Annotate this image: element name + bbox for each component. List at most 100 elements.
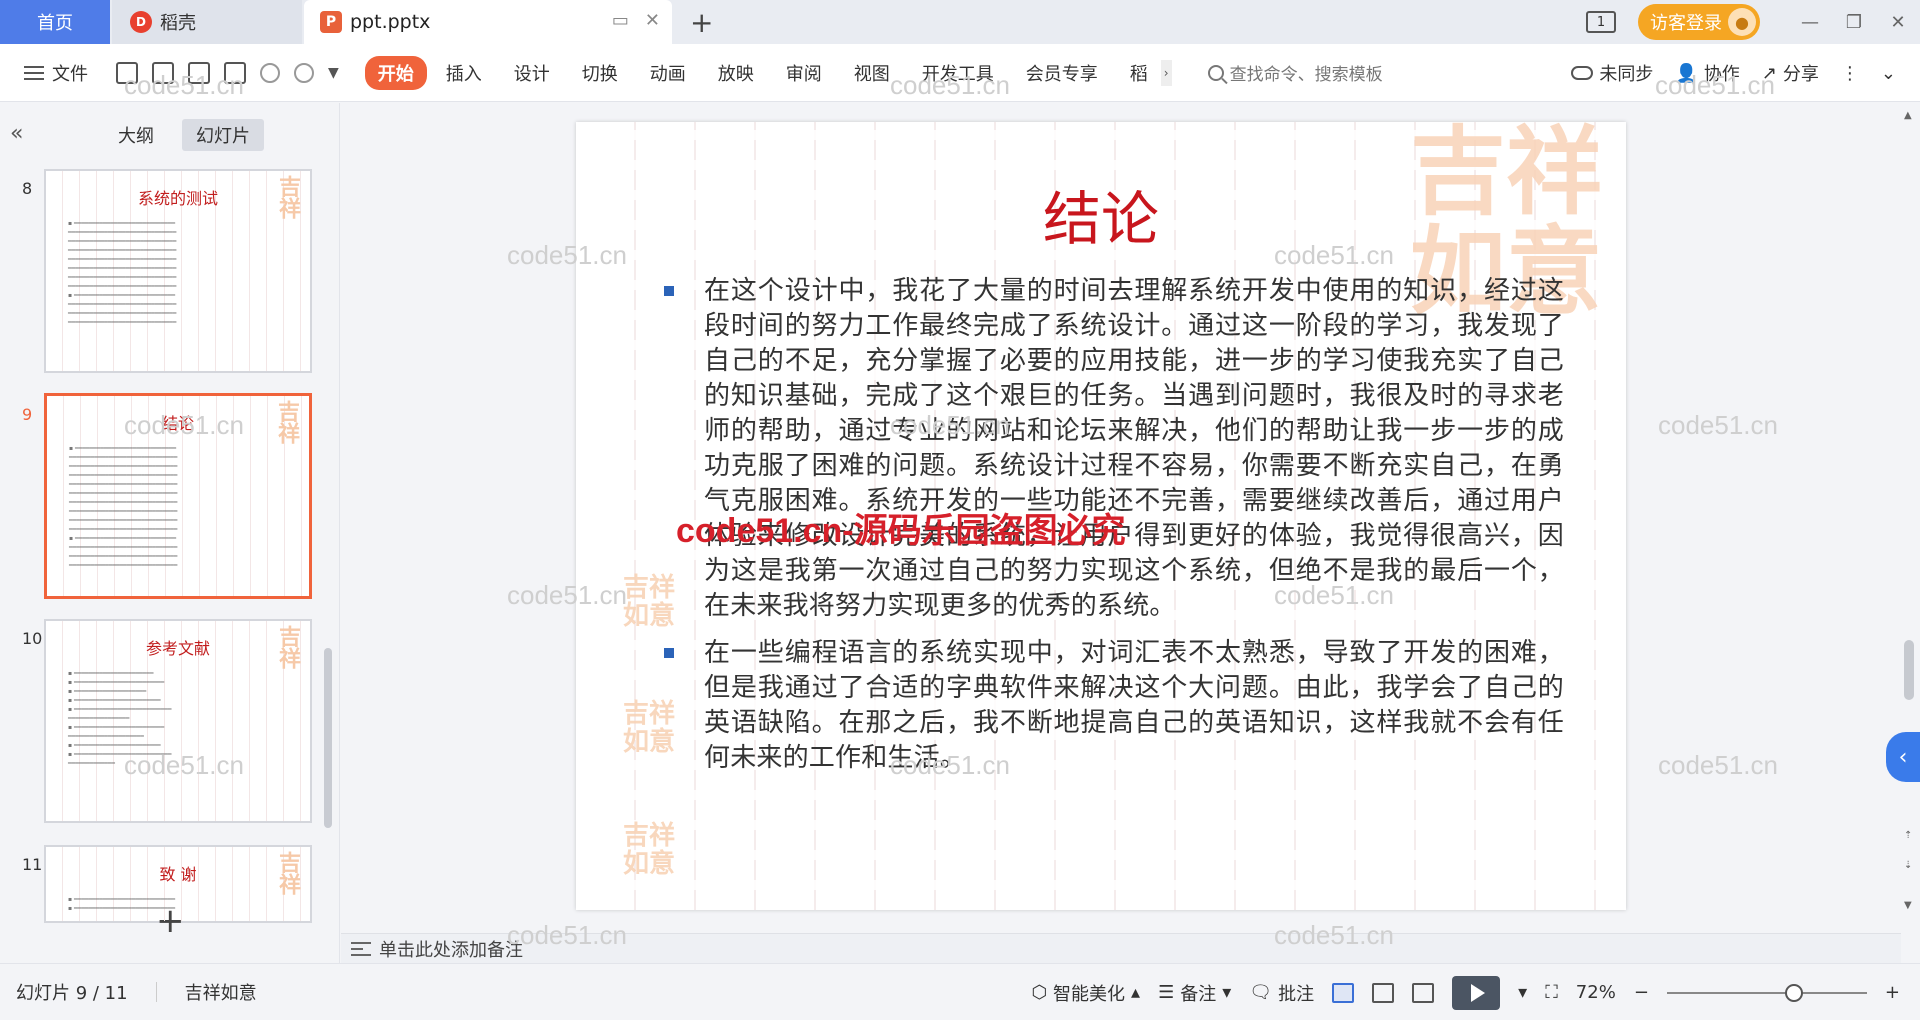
grid-view-icon[interactable] (1372, 982, 1395, 1003)
ribbon-tabs: 开始 插入 设计 切换 动画 放映 审阅 视图 开发工具 会员专享 稻 › (364, 55, 1172, 90)
minimize-icon[interactable]: — (1788, 12, 1832, 33)
ribbon-tab-transition[interactable]: 切换 (569, 56, 631, 90)
ribbon-tab-daoke[interactable]: 稻 (1117, 56, 1161, 90)
page-badge-icon[interactable]: 1 (1586, 11, 1616, 33)
slide-count: 幻灯片 9 / 11 (16, 983, 128, 1004)
comment-button[interactable]: 🗨 批注 (1249, 980, 1314, 1006)
search-icon (1207, 64, 1224, 81)
side-panel-toggle-icon[interactable]: ‹ (1886, 732, 1920, 782)
print-icon[interactable] (188, 61, 210, 84)
play-options-icon[interactable]: ▾ (1518, 982, 1527, 1003)
preview-icon[interactable] (224, 61, 246, 84)
more-options-icon[interactable]: ⋮ (1841, 63, 1859, 84)
tab-outline[interactable]: 大纲 (104, 119, 168, 151)
ribbon-tab-animation[interactable]: 动画 (637, 56, 699, 90)
share-button[interactable]: ↗ 分享 (1762, 60, 1819, 86)
zoom-slider[interactable] (1666, 983, 1867, 1002)
close-tab-icon[interactable]: ✕ (645, 10, 660, 31)
file-menu-button[interactable]: 文件 (0, 60, 88, 86)
play-slideshow-button[interactable] (1452, 975, 1501, 1010)
share-label: 分享 (1782, 64, 1819, 85)
close-window-icon[interactable]: ✕ (1876, 12, 1920, 33)
ribbon-tab-review[interactable]: 审阅 (773, 56, 835, 90)
menu-icon (24, 65, 44, 80)
scroll-up-icon[interactable]: ▲ (1904, 110, 1912, 121)
tab-slides[interactable]: 幻灯片 (182, 119, 264, 151)
paragraph-text: 在这个设计中，我花了大量的时间去理解系统开发中使用的知识，经过这段时间的努力工作… (704, 276, 1564, 621)
thumb-title: 参考文献 (145, 639, 210, 658)
smart-beautify-button[interactable]: ⬡ 智能美化 ▴ (1031, 980, 1140, 1006)
fit-window-icon[interactable]: ⛶ (1545, 982, 1558, 1003)
zoom-level[interactable]: 72% (1576, 982, 1616, 1003)
restore-icon[interactable]: ❐ (1832, 12, 1876, 33)
ribbon-tab-insert[interactable]: 插入 (433, 56, 495, 90)
collab-button[interactable]: 👤 协作 (1675, 60, 1739, 86)
ribbon-tab-design[interactable]: 设计 (501, 56, 563, 90)
notes-bar[interactable]: 单击此处添加备注 (341, 933, 1901, 963)
bullet-icon (664, 648, 674, 658)
zoom-knob[interactable] (1784, 983, 1803, 1002)
cloud-icon (1571, 66, 1594, 80)
slide-thumbnail-selected[interactable]: 吉祥 结论 ▪ ━━━━━━━━━━━━━━━━━━━━━━━━━━━━ ━━━━… (44, 393, 312, 599)
thumb-text-lines: ▪ ━━━━━━━━━━━━━━━━━━━━━━━━━━━━ ━━━━━━━━━━… (69, 445, 178, 569)
ribbon-tab-developer[interactable]: 开发工具 (909, 56, 1007, 90)
ppt-file-icon: P (320, 11, 342, 33)
slide-thumbnail[interactable]: 吉祥 参考文献 ▪ ━━━━━━━━━━━━━━━━━━━━━━ ▪ ━━━━━━… (44, 619, 312, 823)
status-bar: 幻灯片 9 / 11 吉祥如意 ⬡ 智能美化 ▴ ☰ 备注 ▾ 🗨 批注 ▾ ⛶… (0, 963, 1920, 1020)
tab-home[interactable]: 首页 (0, 0, 110, 44)
tab-document[interactable]: P ppt.pptx ▭ ✕ (304, 0, 672, 44)
ribbon-tab-start[interactable]: 开始 (364, 55, 427, 90)
slide-title[interactable]: 结论 (576, 172, 1626, 256)
panel-scrollbar[interactable] (324, 648, 332, 828)
chevron-up-icon: ▴ (1131, 982, 1141, 1003)
beautify-label: 智能美化 (1053, 983, 1126, 1005)
new-tab-button[interactable]: + (690, 6, 713, 39)
notes-toggle-label: 备注 (1180, 983, 1217, 1005)
scrollbar-thumb[interactable] (1904, 640, 1914, 700)
zoom-in-icon[interactable]: + (1885, 982, 1900, 1003)
normal-view-icon[interactable] (1332, 982, 1355, 1003)
tab-document-label: ppt.pptx (350, 11, 431, 33)
tab-daoke[interactable]: D 稻壳 (112, 0, 302, 44)
slide-thumbnail[interactable]: 吉祥 致 谢 ▪ ━━━━━━━━━━━━━━━━━━━━━━━━━━━━ ▪ ━… (44, 845, 312, 923)
export-icon[interactable] (152, 61, 174, 84)
prev-slide-icon[interactable]: ⇡ (1904, 830, 1912, 841)
collapse-panel-icon[interactable]: « (10, 121, 23, 146)
redo-icon[interactable] (294, 62, 314, 83)
zoom-out-icon[interactable]: − (1634, 982, 1649, 1003)
comment-label: 批注 (1278, 983, 1315, 1005)
beautify-icon: ⬡ (1031, 982, 1048, 1003)
slide-thumbnail[interactable]: 吉祥 系统的测试 ▪ ━━━━━━━━━━━━━━━━━━━━━━━━━━━━ ━… (44, 169, 312, 373)
watermark-red: code51.cn-源码乐园盗图必究 (676, 512, 1126, 550)
chevron-down-icon[interactable]: ▼ (328, 65, 339, 81)
avatar-icon: ● (1728, 8, 1756, 36)
comment-icon: 🗨 (1249, 982, 1273, 1003)
visitor-login-button[interactable]: 访客登录 ● (1638, 4, 1760, 40)
command-search[interactable]: 查找命令、搜索模板 (1207, 60, 1383, 85)
theme-name[interactable]: 吉祥如意 (185, 979, 257, 1005)
sync-label: 未同步 (1599, 64, 1654, 85)
ribbon-tab-member[interactable]: 会员专享 (1013, 56, 1111, 90)
reading-view-icon[interactable] (1412, 982, 1435, 1003)
save-icon[interactable] (116, 61, 138, 84)
file-menu-label: 文件 (52, 63, 88, 85)
notes-toggle-button[interactable]: ☰ 备注 ▾ (1158, 980, 1231, 1006)
undo-icon[interactable] (260, 62, 280, 83)
bullet-icon (664, 286, 674, 296)
ribbon-toolbar: 文件 ▼ 开始 插入 设计 切换 动画 放映 审阅 视图 开发工具 会员专享 稻… (0, 44, 1920, 102)
next-slide-icon[interactable]: ⇣ (1904, 860, 1912, 871)
thumb-text-lines: ▪ ━━━━━━━━━━━━━━━━━━━━━━ ▪ ━━━━━━━━━━━━━━… (68, 670, 172, 767)
scroll-down-icon[interactable]: ▼ (1904, 900, 1912, 911)
collab-icon: 👤 (1675, 62, 1698, 84)
notes-list-icon: ☰ (1158, 982, 1175, 1003)
collapse-ribbon-icon[interactable]: ⌄ (1881, 63, 1896, 84)
share-icon: ↗ (1761, 62, 1777, 84)
screen-icon[interactable]: ▭ (612, 10, 629, 31)
thumb-title: 系统的测试 (137, 189, 218, 208)
daoke-logo-icon: D (130, 11, 152, 33)
vertical-scrollbar[interactable]: ▲ ⇡ ⇣ ▼ (1904, 110, 1914, 960)
ribbon-tab-view[interactable]: 视图 (841, 56, 903, 90)
sync-button[interactable]: 未同步 (1571, 60, 1653, 86)
ribbon-more-icon[interactable]: › (1160, 59, 1172, 86)
ribbon-tab-slideshow[interactable]: 放映 (705, 56, 767, 90)
